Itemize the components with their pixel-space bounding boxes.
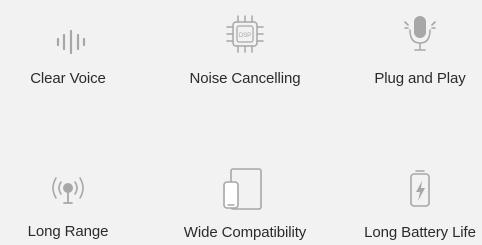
feature-label: Clear Voice	[30, 70, 106, 87]
battery-icon	[410, 170, 430, 207]
feature-plug-and-play: Plug and Play	[340, 12, 482, 87]
chip-text: DSP	[239, 33, 251, 39]
feature-label: Noise Cancelling	[189, 70, 301, 87]
wireless-signal-icon	[52, 177, 84, 204]
waveform-icon	[56, 30, 86, 54]
feature-label: Wide Compatibility	[183, 224, 307, 241]
feature-long-battery-life: Long Battery Life	[340, 168, 482, 241]
feature-wide-compatibility: Wide Compatibility	[165, 168, 325, 241]
features-grid: Clear Voice DSP Noise Cancelling Plug an…	[0, 0, 482, 245]
feature-clear-voice: Clear Voice	[0, 30, 148, 90]
microphone-icon	[404, 16, 436, 51]
feature-label: Plug and Play	[374, 70, 466, 87]
feature-noise-cancelling: DSP Noise Cancelling	[165, 12, 325, 87]
devices-icon	[223, 168, 262, 210]
feature-label: Long Range	[27, 223, 109, 240]
feature-long-range: Long Range	[0, 176, 148, 240]
dsp-chip-icon: DSP	[226, 15, 264, 53]
feature-label: Long Battery Life	[364, 224, 476, 241]
